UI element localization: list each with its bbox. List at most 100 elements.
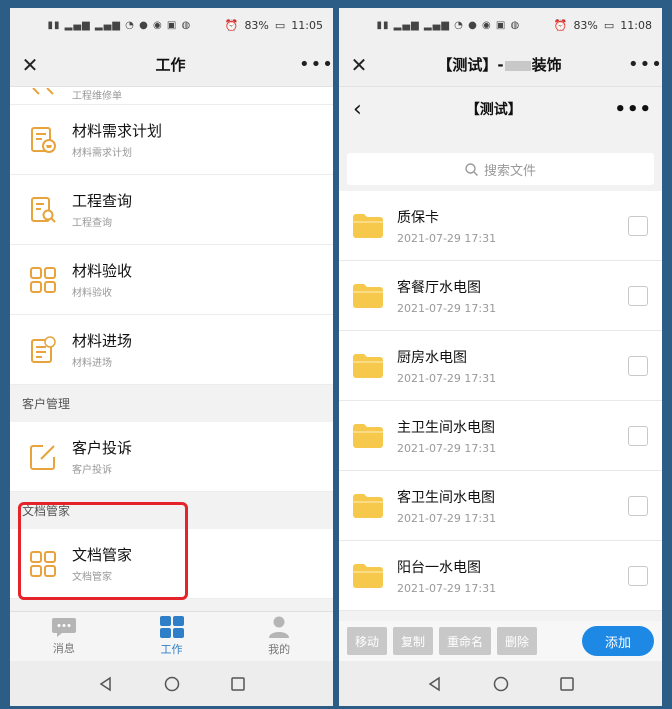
item-title: 材料验收 — [72, 262, 133, 280]
signal-icons: ▮▮ ▂▄▆ ▂▄▆ ◔ ● ◉ ▣ ◍ — [376, 20, 521, 31]
copy-button[interactable]: 复制 — [393, 627, 434, 655]
file-list[interactable]: 质保卡 2021-07-29 17:31 客餐厅水电图 2021-07-29 17:… — [339, 191, 662, 611]
tab-messages[interactable]: 消息 — [10, 612, 118, 661]
project-repair-icon — [28, 87, 58, 101]
folder-icon — [353, 493, 383, 518]
list-item[interactable]: 材料需求计划 材料需求计划 — [10, 105, 333, 175]
item-title: 材料进场 — [72, 332, 133, 350]
left-phone-screen: ▮▮ ▂▄▆ ▂▄▆ ◔ ● ◉ ▣ ◍ ⏰ 83% ▭ 11:05 ✕ 工作 … — [10, 8, 333, 706]
item-title: 工程查询 — [72, 192, 133, 210]
search-placeholder: 搜索文件 — [483, 163, 536, 179]
file-checkbox[interactable] — [628, 215, 648, 236]
file-date: 2021-07-29 17:31 — [397, 441, 497, 455]
more-icon[interactable]: ••• — [614, 99, 652, 120]
file-name: 阳台一水电图 — [397, 559, 481, 576]
search-area: 搜索文件 — [339, 131, 662, 193]
file-row[interactable]: 质保卡 2021-07-29 17:31 — [339, 191, 662, 261]
battery-icon: ▭ — [274, 19, 286, 32]
file-row[interactable]: 客卫生间水电图 2021-07-29 17:31 — [339, 471, 662, 541]
search-input[interactable]: 搜索文件 — [347, 153, 654, 185]
tab-me[interactable]: 我的 — [225, 612, 333, 661]
item-subtitle: 材料进场 — [72, 358, 112, 369]
file-date: 2021-07-29 17:31 — [397, 511, 497, 525]
work-grid-icon — [159, 616, 184, 638]
file-date: 2021-07-29 17:31 — [397, 371, 497, 385]
file-name: 主卫生间水电图 — [397, 419, 495, 436]
user-icon — [269, 616, 290, 638]
right-phone-screen: ▮▮ ▂▄▆ ▂▄▆ ◔ ● ◉ ▣ ◍ ⏰ 83% ▭ 11:08 ✕ 【测试… — [339, 8, 662, 706]
more-icon[interactable]: ••• — [299, 54, 333, 75]
title-bar: ✕ 工作 ••• — [10, 43, 333, 87]
file-checkbox[interactable] — [628, 285, 648, 306]
list-item[interactable]: 材料验收 材料验收 — [10, 245, 333, 315]
file-date: 2021-07-29 17:31 — [397, 231, 497, 245]
list-item[interactable]: 客户投诉 客户投诉 — [10, 422, 333, 492]
list-item[interactable]: 工程维修单 — [10, 87, 333, 105]
list-item[interactable]: 工程查询 工程查询 — [10, 175, 333, 245]
close-icon[interactable]: ✕ — [18, 53, 42, 77]
recents-nav-icon[interactable] — [230, 676, 246, 692]
battery-level: 83% — [244, 19, 269, 32]
file-name: 质保卡 — [397, 209, 439, 226]
file-row[interactable]: 客餐厅水电图 2021-07-29 17:31 — [339, 261, 662, 331]
folder-icon — [353, 283, 383, 308]
folder-icon — [353, 563, 383, 588]
clock: 11:08 — [620, 19, 652, 32]
file-name: 厨房水电图 — [397, 349, 467, 366]
item-subtitle: 材料需求计划 — [72, 148, 132, 159]
file-checkbox[interactable] — [628, 495, 648, 516]
battery-level: 83% — [573, 19, 598, 32]
folder-icon — [353, 353, 383, 378]
search-icon — [465, 162, 478, 176]
grid-icon — [28, 265, 58, 295]
close-icon[interactable]: ✕ — [347, 53, 371, 77]
back-nav-icon[interactable] — [98, 676, 114, 692]
edit-icon — [28, 442, 58, 472]
file-row[interactable]: 厨房水电图 2021-07-29 17:31 — [339, 331, 662, 401]
file-date: 2021-07-29 17:31 — [397, 301, 497, 315]
item-subtitle: 工程查询 — [72, 218, 112, 229]
material-entry-icon — [28, 335, 58, 365]
item-title: 材料需求计划 — [72, 122, 163, 140]
more-icon[interactable]: ••• — [628, 54, 662, 75]
tab-label: 消息 — [52, 642, 75, 655]
delete-button[interactable]: 删除 — [497, 627, 538, 655]
home-nav-icon[interactable] — [493, 676, 509, 692]
item-title: 文档管家 — [72, 546, 133, 564]
tab-work[interactable]: 工作 — [118, 612, 226, 661]
bottom-tab-bar: 消息 工作 我的 — [10, 611, 333, 661]
window-title-suffix: 装饰 — [531, 56, 562, 74]
file-checkbox[interactable] — [628, 565, 648, 586]
status-bar: ▮▮ ▂▄▆ ▂▄▆ ◔ ● ◉ ▣ ◍ ⏰ 83% ▭ 11:08 — [339, 8, 662, 43]
file-date: 2021-07-29 17:31 — [397, 581, 497, 595]
add-button[interactable]: 添加 — [582, 626, 654, 656]
file-checkbox[interactable] — [628, 355, 648, 376]
item-subtitle: 材料验收 — [72, 288, 112, 299]
item-subtitle: 文档管家 — [72, 572, 112, 583]
alarm-icon: ⏰ — [224, 19, 239, 32]
redacted-text — [504, 60, 531, 71]
back-nav-icon[interactable] — [427, 676, 443, 692]
item-title: 客户投诉 — [72, 439, 133, 457]
file-name: 客餐厅水电图 — [397, 279, 481, 296]
recents-nav-icon[interactable] — [559, 676, 575, 692]
file-checkbox[interactable] — [628, 425, 648, 446]
window-title: 【测试】- 装饰 — [437, 54, 561, 75]
list-item-docs[interactable]: 文档管家 文档管家 — [10, 529, 333, 599]
file-row[interactable]: 阳台一水电图 2021-07-29 17:31 — [339, 541, 662, 611]
item-subtitle: 客户投诉 — [72, 465, 112, 476]
battery-icon: ▭ — [603, 19, 615, 32]
back-icon[interactable]: ‹ — [353, 97, 373, 122]
title-bar: ✕ 【测试】- 装饰 ••• — [339, 43, 662, 87]
section-header-customer: 客户管理 — [10, 385, 333, 422]
folder-icon — [353, 423, 383, 448]
alarm-icon: ⏰ — [553, 19, 568, 32]
move-button[interactable]: 移动 — [347, 627, 388, 655]
file-row[interactable]: 主卫生间水电图 2021-07-29 17:31 — [339, 401, 662, 471]
section-header-docs: 文档管家 — [10, 492, 333, 529]
work-list[interactable]: 工程维修单 材料需求计划 材料需求计划 工程查询 工程查询 材料验收 材料验收 … — [10, 87, 333, 616]
rename-button[interactable]: 重命名 — [439, 627, 492, 655]
list-item[interactable]: 材料进场 材料进场 — [10, 315, 333, 385]
window-title-prefix: 【测试】- — [437, 56, 504, 74]
home-nav-icon[interactable] — [164, 676, 180, 692]
